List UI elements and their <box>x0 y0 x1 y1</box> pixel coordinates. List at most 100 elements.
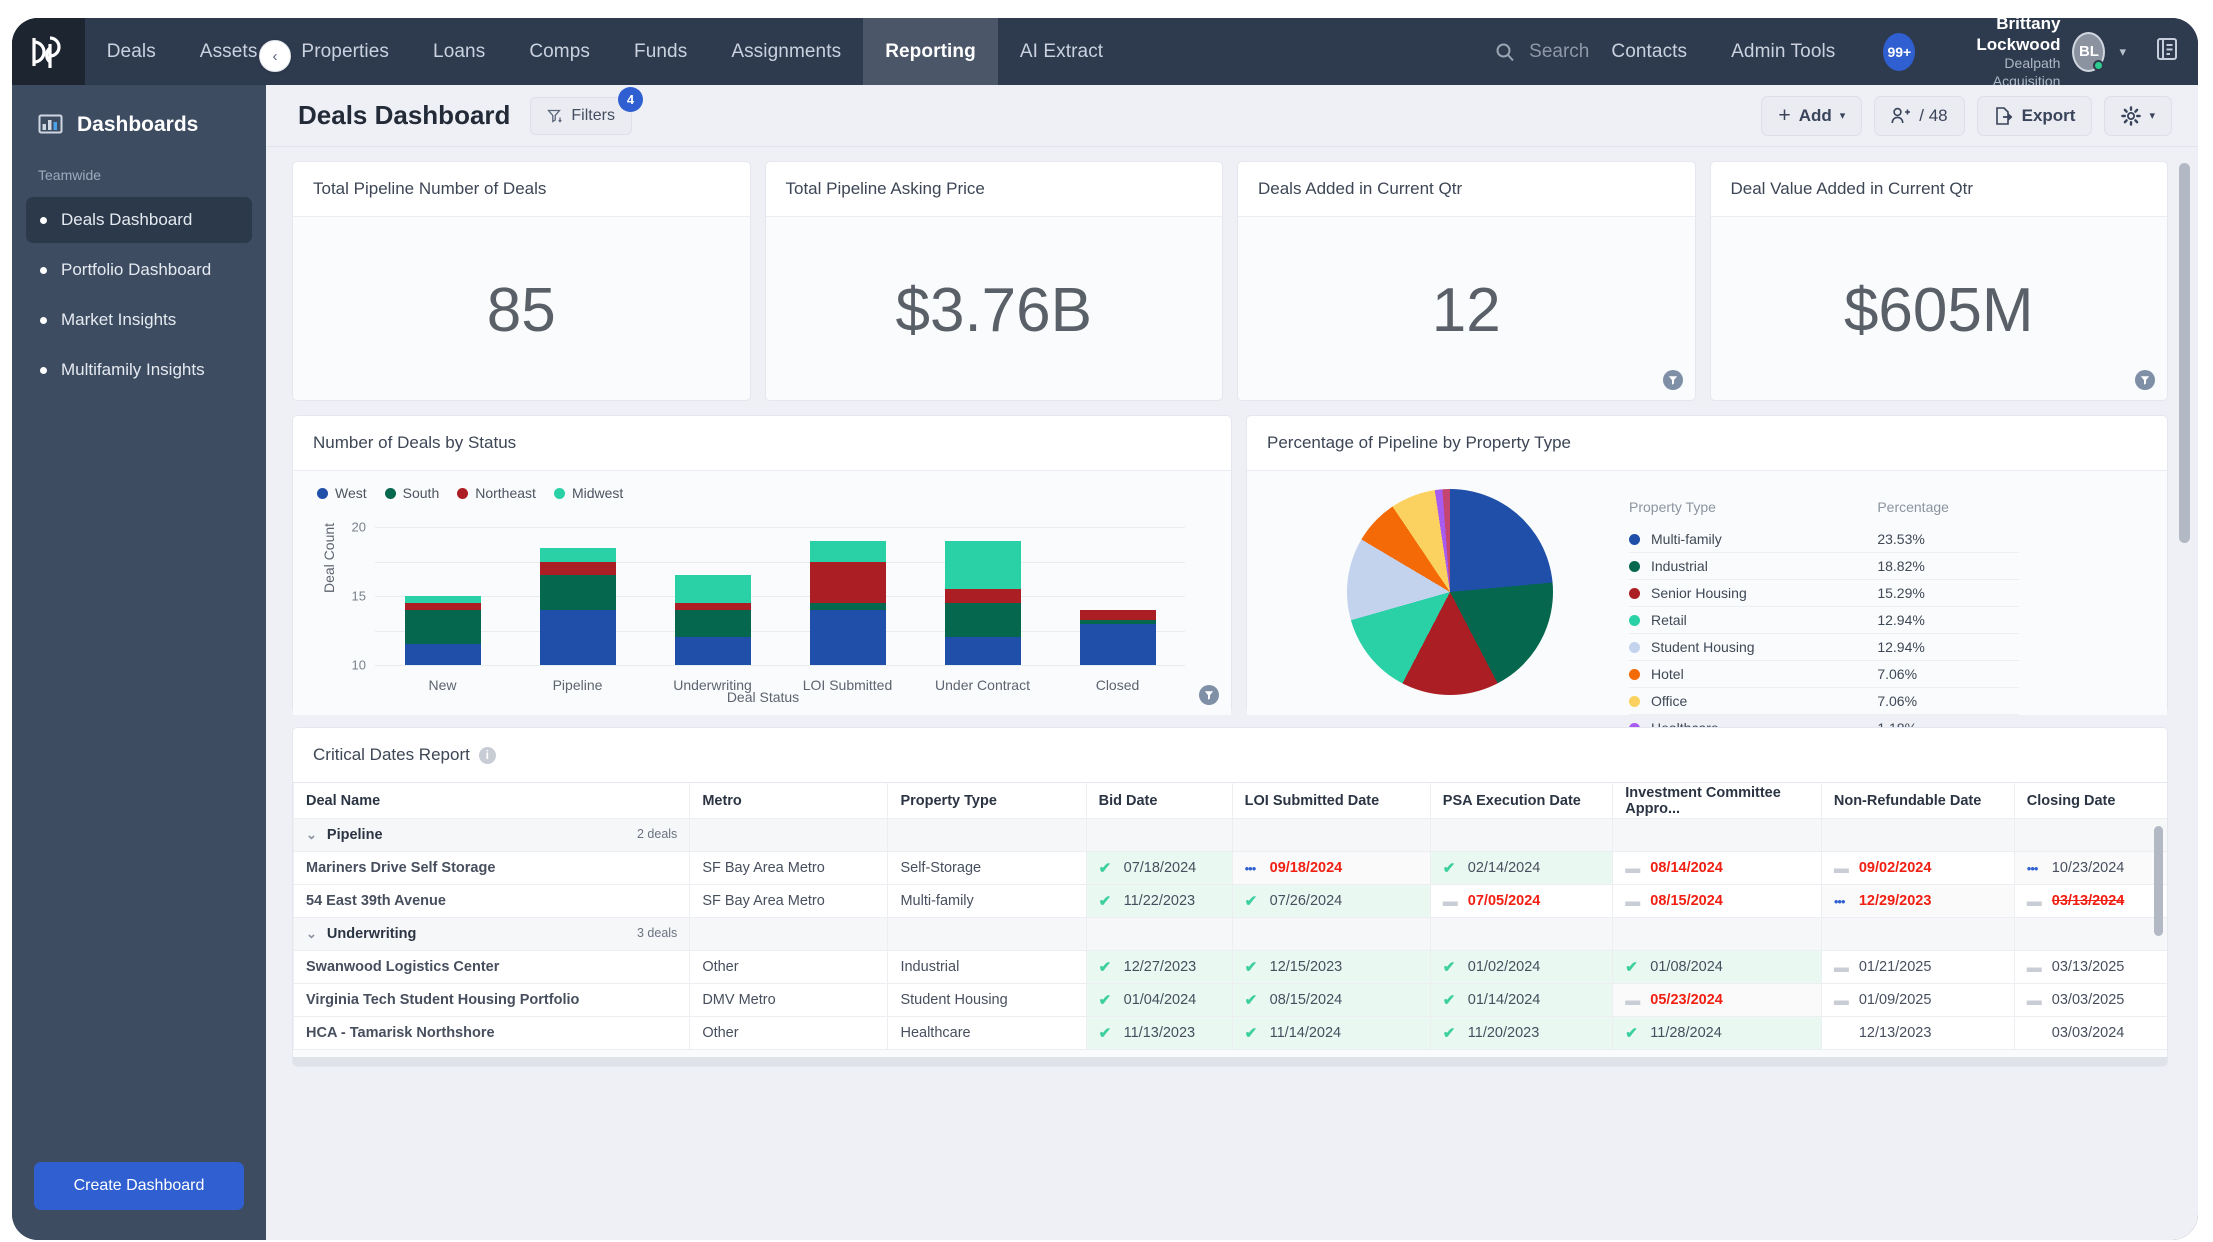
column-header[interactable]: Property Type <box>887 782 1087 819</box>
sidebar-item-market-insights[interactable]: Market Insights <box>26 297 252 343</box>
bar-segment-midwest[interactable] <box>674 575 751 603</box>
pie-chart[interactable] <box>1347 489 1553 695</box>
bar-segment-northeast[interactable] <box>539 561 616 576</box>
global-search[interactable]: Search <box>1495 18 1589 85</box>
pie-legend-row[interactable]: Student Housing 12.94% <box>1629 633 2019 661</box>
export-button[interactable]: Export <box>1976 95 2093 136</box>
date-cell[interactable]: ✔ 11/14/2024 <box>1231 1016 1431 1050</box>
chevron-down-icon[interactable]: ▾ <box>2119 44 2126 60</box>
date-cell[interactable]: ▬ 03/03/2025 <box>2013 983 2167 1017</box>
nav-link-deals[interactable]: Deals <box>85 18 178 85</box>
date-cell[interactable]: ✔ 11/20/2023 <box>1429 1016 1614 1050</box>
bar-segment-south[interactable] <box>944 602 1021 638</box>
pie-legend-row[interactable]: Senior Housing 15.29% <box>1629 579 2019 607</box>
share-users-button[interactable]: / 48 <box>1874 95 1965 136</box>
deal-name-cell[interactable]: HCA - Tamarisk Northshore <box>293 1016 691 1050</box>
column-header[interactable]: Investment Committee Appro... <box>1612 782 1822 819</box>
date-cell[interactable]: ••• 12/29/2023 <box>1820 884 2015 918</box>
bar-segment-south[interactable] <box>539 575 616 610</box>
date-cell[interactable]: ✔ 01/08/2024 <box>1612 950 1822 984</box>
bar-segment-northeast[interactable] <box>1079 609 1156 621</box>
group-name-cell[interactable]: ⌄ Pipeline 2 deals <box>293 818 691 852</box>
nav-link-properties[interactable]: Properties <box>279 18 411 85</box>
add-button[interactable]: + Add ▾ <box>1761 95 1863 136</box>
bar-segment-northeast[interactable] <box>404 602 481 610</box>
bar-segment-midwest[interactable] <box>539 547 616 562</box>
avatar[interactable]: BL <box>2072 31 2106 72</box>
column-header[interactable]: Metro <box>689 782 889 819</box>
bar-group[interactable]: Pipeline <box>539 547 616 693</box>
kpi-filter-chip[interactable] <box>2135 370 2155 390</box>
date-cell[interactable]: 12/13/2023 <box>1820 1016 2015 1050</box>
nav-link-comps[interactable]: Comps <box>507 18 612 85</box>
date-cell[interactable]: ▬ 09/02/2024 <box>1820 851 2015 885</box>
filters-button[interactable]: Filters 4 <box>530 86 643 135</box>
bar-segment-northeast[interactable] <box>809 561 886 603</box>
table-row[interactable]: 54 East 39th Avenue SF Bay Area Metro Mult… <box>293 884 2167 918</box>
bar-segment-midwest[interactable] <box>944 540 1021 590</box>
column-header[interactable]: Bid Date <box>1085 782 1233 819</box>
column-header[interactable]: Closing Date <box>2013 782 2167 819</box>
date-cell[interactable]: ✔ 11/13/2023 <box>1085 1016 1233 1050</box>
date-cell[interactable]: ✔ 01/02/2024 <box>1429 950 1614 984</box>
table-group-row[interactable]: ⌄ Pipeline 2 deals <box>293 818 2167 852</box>
nav-link-reporting[interactable]: Reporting <box>863 18 998 85</box>
date-cell[interactable]: ✔ 02/14/2024 <box>1429 851 1614 885</box>
page-vertical-scrollbar[interactable] <box>2179 163 2190 543</box>
sidebar-collapse-button[interactable]: ‹ <box>259 40 291 72</box>
nav-link-funds[interactable]: Funds <box>612 18 709 85</box>
date-cell[interactable]: ✔ 11/22/2023 <box>1085 884 1233 918</box>
bar-segment-south[interactable] <box>404 609 481 645</box>
pie-legend-row[interactable]: Retail 12.94% <box>1629 606 2019 634</box>
notes-panel-icon[interactable] <box>2154 36 2180 67</box>
bar-segment-northeast[interactable] <box>674 602 751 610</box>
date-cell[interactable]: ▬ 05/23/2024 <box>1612 983 1822 1017</box>
nav-link-assignments[interactable]: Assignments <box>709 18 863 85</box>
date-cell[interactable]: ✔ 12/15/2023 <box>1231 950 1431 984</box>
date-cell[interactable]: ✔ 12/27/2023 <box>1085 950 1233 984</box>
legend-item-northeast[interactable]: Northeast <box>457 485 536 501</box>
bar-segment-northeast[interactable] <box>944 589 1021 603</box>
bar-segment-west[interactable] <box>404 644 481 665</box>
settings-button[interactable]: ▾ <box>2104 95 2172 136</box>
bar-segment-midwest[interactable] <box>404 596 481 603</box>
group-name-cell[interactable]: ⌄LOI Submitted5 deals <box>293 1049 691 1050</box>
table-horizontal-scrollbar[interactable] <box>293 1057 2167 1066</box>
date-cell[interactable]: ▬ 01/09/2025 <box>1820 983 2015 1017</box>
date-cell[interactable]: ▬ 07/05/2024 <box>1429 884 1614 918</box>
table-row[interactable]: Swanwood Logistics Center Other Industrial… <box>293 950 2167 984</box>
table-row[interactable]: Virginia Tech Student Housing Portfolio D… <box>293 983 2167 1017</box>
bar-group[interactable]: Closed <box>1079 609 1156 693</box>
date-cell[interactable]: ✔ 01/04/2024 <box>1085 983 1233 1017</box>
bar-segment-west[interactable] <box>1079 623 1156 665</box>
table-row[interactable]: Mariners Drive Self Storage SF Bay Area M… <box>293 851 2167 885</box>
date-cell[interactable]: ▬ 01/21/2025 <box>1820 950 2015 984</box>
sidebar-item-multifamily-insights[interactable]: Multifamily Insights <box>26 347 252 393</box>
table-vertical-scrollbar[interactable] <box>2154 826 2163 936</box>
column-header[interactable]: PSA Execution Date <box>1429 782 1614 819</box>
date-cell[interactable]: ✔ 07/26/2024 <box>1231 884 1431 918</box>
sidebar-item-portfolio-dashboard[interactable]: Portfolio Dashboard <box>26 247 252 293</box>
deal-name-cell[interactable]: Virginia Tech Student Housing Portfolio <box>293 983 691 1017</box>
chevron-down-icon[interactable]: ⌄ <box>306 926 317 941</box>
column-header[interactable]: Non-Refundable Date <box>1820 782 2015 819</box>
table-group-row[interactable]: ⌄LOI Submitted5 deals <box>293 1049 2167 1050</box>
bar-segment-west[interactable] <box>674 637 751 665</box>
bar-group[interactable]: Under Contract <box>935 540 1030 693</box>
bar-group[interactable]: New <box>404 596 481 693</box>
create-dashboard-button[interactable]: Create Dashboard <box>34 1162 244 1210</box>
pie-legend-row[interactable]: Office 7.06% <box>1629 687 2019 715</box>
deal-name-cell[interactable]: 54 East 39th Avenue <box>293 884 691 918</box>
nav-link-loans[interactable]: Loans <box>411 18 507 85</box>
legend-item-midwest[interactable]: Midwest <box>553 485 623 501</box>
bar-segment-west[interactable] <box>809 609 886 665</box>
chevron-down-icon[interactable]: ⌄ <box>306 827 317 842</box>
date-cell[interactable]: ▬ 03/13/2024 <box>2013 884 2167 918</box>
group-name-cell[interactable]: ⌄ Underwriting 3 deals <box>293 917 691 951</box>
deal-name-cell[interactable]: Swanwood Logistics Center <box>293 950 691 984</box>
bar-segment-west[interactable] <box>944 637 1021 665</box>
date-cell[interactable]: ✔ 01/14/2024 <box>1429 983 1614 1017</box>
dealpath-logo[interactable] <box>12 18 85 85</box>
table-group-row[interactable]: ⌄ Underwriting 3 deals <box>293 917 2167 951</box>
legend-item-south[interactable]: South <box>384 485 439 501</box>
